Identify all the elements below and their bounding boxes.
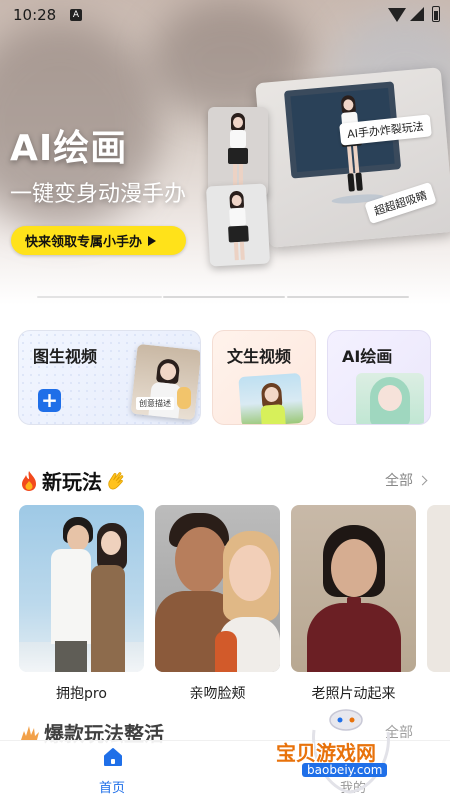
ai-painting-card[interactable]: AI绘画 — [327, 330, 431, 425]
section-new-all-link[interactable]: 全部 — [385, 470, 428, 490]
claim-figure-label: 快来领取专属小手办 — [25, 235, 143, 250]
feature-label: AI绘画 — [342, 347, 393, 366]
status-bar: 10:28 A — [0, 0, 450, 30]
signal-icon — [410, 7, 424, 21]
template-caption: 亲吻脸颊 — [189, 686, 246, 702]
image-to-video-card[interactable]: 图生视频 + 创意描述 — [18, 330, 201, 425]
feature-label: 文生视频 — [227, 347, 292, 366]
all-label: 全部 — [385, 473, 413, 489]
watermark-url: baobeiy.com — [302, 763, 388, 777]
clapping-hands-icon — [108, 471, 124, 489]
play-icon — [148, 235, 157, 246]
template-caption: 拥抱pro — [56, 686, 107, 702]
watermark-text: 宝贝游戏网 — [276, 741, 376, 765]
section-new-title: 新玩法 — [20, 466, 127, 495]
sample-tag: 创意描述 — [136, 397, 174, 410]
hero-title: AI绘画 — [10, 128, 128, 169]
carousel-indicator[interactable] — [163, 296, 285, 298]
feature-label: 图生视频 — [33, 347, 98, 366]
plus-icon[interactable]: + — [38, 389, 61, 412]
sample-photo — [356, 373, 424, 424]
claim-figure-button[interactable]: 快来领取专属小手办 — [11, 226, 186, 255]
template-card-partial[interactable] — [427, 505, 450, 672]
hero-banner[interactable]: 10:28 A AI绘画 一键变身动漫手办 快来领取专属小手办 AI手办炸裂玩法… — [0, 0, 450, 305]
battery-icon — [432, 6, 440, 22]
chevron-right-icon — [417, 475, 428, 485]
figure-photo-2 — [205, 183, 271, 267]
status-time: 10:28 — [13, 6, 57, 24]
carousel-indicator[interactable] — [287, 296, 409, 298]
template-card-hug[interactable] — [19, 505, 144, 672]
wifi-icon — [388, 8, 406, 22]
hero-subtitle: 一键变身动漫手办 — [10, 182, 187, 207]
pointer-hand-icon — [177, 387, 191, 409]
home-icon[interactable] — [103, 747, 123, 767]
explosion-icon — [21, 725, 39, 740]
notification-icon: A — [70, 9, 82, 21]
sample-photo — [238, 372, 304, 424]
fire-icon — [22, 470, 36, 491]
hero-collage: AI手办炸裂玩法 超超超吸睛 — [205, 67, 450, 267]
figure-desk-photo — [255, 67, 450, 248]
section-new-label: 新玩法 — [42, 470, 102, 494]
text-to-video-card[interactable]: 文生视频 — [212, 330, 316, 425]
carousel-indicator-active[interactable] — [37, 296, 162, 298]
nav-home-label[interactable]: 首页 — [99, 777, 125, 796]
template-card-old-photo[interactable] — [291, 505, 416, 672]
template-card-kiss[interactable] — [155, 505, 280, 672]
